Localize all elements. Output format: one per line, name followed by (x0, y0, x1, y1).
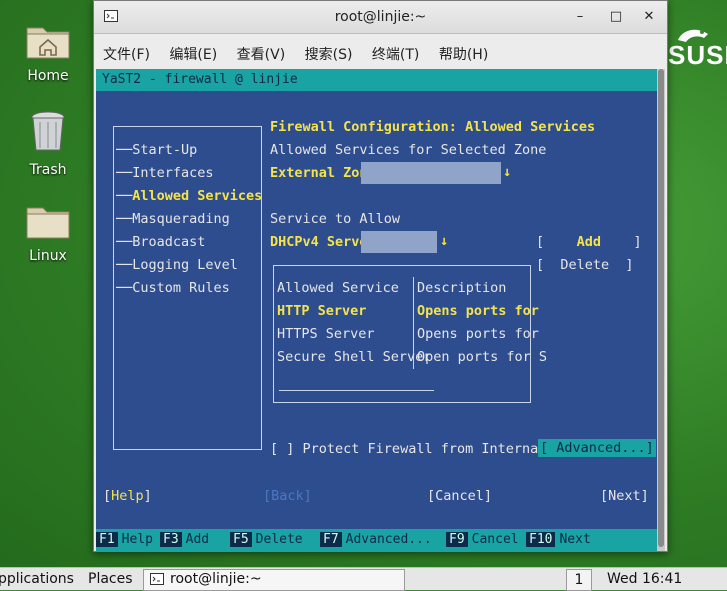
linux-label: Linux (29, 248, 67, 264)
applications-menu[interactable]: pplications (0, 571, 74, 587)
trash-icon (31, 111, 65, 151)
table-row-3-service[interactable]: Secure Shell Server (277, 349, 431, 365)
close-button[interactable]: ✕ (639, 7, 659, 27)
places-menu[interactable]: Places (88, 571, 133, 587)
nav-item-startup[interactable]: ──Start-Up (116, 142, 197, 158)
menu-search[interactable]: 搜索(S) (305, 44, 353, 64)
yast-title-bar: YaST2 - firewall @ linjie (96, 69, 657, 91)
fkey-cancel[interactable]: F9 Cancel (446, 529, 523, 551)
fkey-help[interactable]: F1 Help (96, 529, 157, 551)
menu-edit[interactable]: 编辑(E) (169, 44, 217, 64)
service-select-field[interactable] (361, 231, 437, 253)
fkey-delete[interactable]: F5 Delete (230, 529, 307, 551)
delete-button[interactable]: [ Delete ] (536, 257, 634, 273)
protect-firewall-checkbox[interactable]: [ ] Protect Firewall from Internal Zon (270, 441, 579, 457)
zone-select-field[interactable] (361, 162, 501, 184)
fkey-add[interactable]: F3 Add (160, 529, 213, 551)
maximize-button[interactable]: □ (606, 7, 626, 27)
nav-item-allowed-services[interactable]: ──Allowed Services (116, 188, 262, 204)
nav-item-masquerading[interactable]: ──Masquerading (116, 211, 230, 227)
nav-item-logging-level[interactable]: ──Logging Level (116, 257, 238, 273)
taskbar: pplications Places root@linjie:~ 1 Wed 1… (0, 567, 727, 591)
menu-bar: 文件(F) 编辑(E) 查看(V) 搜索(S) 终端(T) 帮助(H) (94, 34, 667, 70)
folder-home-icon (26, 27, 70, 59)
terminal-icon (150, 573, 164, 585)
menu-terminal[interactable]: 终端(T) (372, 44, 419, 64)
zone-dropdown-arrow-icon[interactable]: ↓ (503, 164, 511, 180)
add-button[interactable]: [ Add ] (536, 234, 642, 250)
back-button: [Back] (263, 488, 312, 504)
table-header-service: Allowed Service (277, 280, 399, 296)
next-button[interactable]: [Next] (600, 488, 649, 504)
table-row-2-description[interactable]: Opens ports for (417, 326, 539, 342)
scrollbar-thumb[interactable] (658, 69, 664, 547)
suse-logo-text: SUSE (668, 40, 727, 70)
menu-file[interactable]: 文件(F) (103, 44, 150, 64)
terminal-scrollbar[interactable] (657, 69, 665, 551)
home-label: Home (27, 68, 69, 84)
table-scroll-track (279, 390, 434, 391)
folder-icon (26, 207, 70, 239)
table-header-description: Description (417, 280, 507, 296)
taskbar-window-button[interactable]: root@linjie:~ (143, 569, 405, 591)
help-button[interactable]: [Help] (103, 488, 152, 504)
menu-view[interactable]: 查看(V) (237, 44, 286, 64)
clock[interactable]: Wed 16:41 (607, 571, 682, 587)
workspace-indicator[interactable]: 1 (566, 569, 592, 591)
chameleon-icon (678, 29, 708, 42)
window-titlebar[interactable]: root@linjie:~ – □ ✕ (94, 1, 667, 34)
zone-label: Allowed Services for Selected Zone (270, 142, 547, 158)
service-dropdown-arrow-icon[interactable]: ↓ (440, 233, 448, 249)
table-row-3-description[interactable]: Open ports for S (417, 349, 547, 365)
function-key-bar: F1 Help F3 Add F5 Delete F7 Advanced... F9 Ca… (96, 529, 657, 551)
service-select-value[interactable]: DHCPv4 Server (270, 234, 376, 250)
table-row-1-service[interactable]: HTTP Server (277, 303, 366, 319)
home-folder-desktop-icon[interactable]: Home (8, 20, 88, 84)
nav-item-broadcast[interactable]: ──Broadcast (116, 234, 205, 250)
minimize-button[interactable]: – (570, 7, 590, 27)
nav-item-custom-rules[interactable]: ──Custom Rules (116, 280, 230, 296)
cancel-button[interactable]: [Cancel] (427, 488, 492, 504)
table-row-2-service[interactable]: HTTPS Server (277, 326, 375, 342)
terminal-window: root@linjie:~ – □ ✕ 文件(F) 编辑(E) 查看(V) 搜索… (93, 0, 668, 552)
suse-logo: SUSE (668, 29, 727, 71)
menu-help[interactable]: 帮助(H) (439, 44, 488, 64)
table-row-1-description[interactable]: Opens ports for (417, 303, 539, 319)
taskbar-window-title: root@linjie:~ (170, 571, 262, 587)
trash-label: Trash (29, 162, 67, 178)
fkey-next[interactable]: F10 Next (526, 529, 595, 551)
zone-select-value[interactable]: External Zone (270, 165, 376, 181)
fkey-advanced[interactable]: F7 Advanced... (320, 529, 436, 551)
nav-item-interfaces[interactable]: ──Interfaces (116, 165, 214, 181)
page-heading: Firewall Configuration: Allowed Services (270, 119, 596, 135)
service-label: Service to Allow (270, 211, 401, 227)
terminal-screen[interactable]: YaST2 - firewall @ linjie ──Start-Up ──I… (96, 69, 657, 551)
linux-folder-desktop-icon[interactable]: Linux (8, 200, 88, 264)
advanced-button[interactable]: [ Advanced...] (538, 439, 656, 457)
trash-desktop-icon[interactable]: Trash (8, 110, 88, 178)
